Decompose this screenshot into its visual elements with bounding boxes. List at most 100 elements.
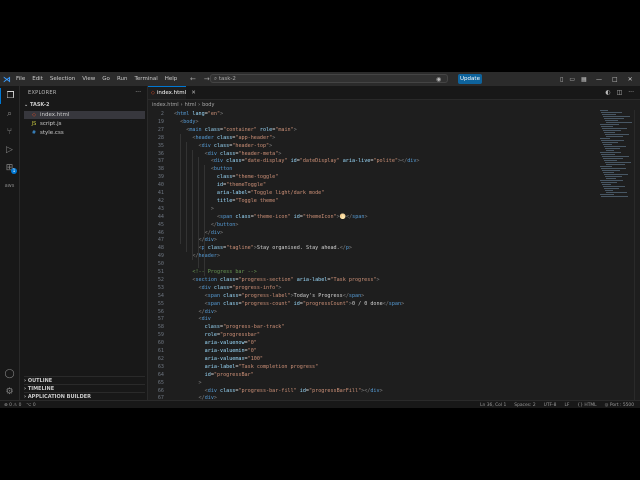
status-item[interactable]: Spaces: 2	[514, 403, 535, 408]
more-icon[interactable]: ···	[628, 89, 634, 96]
code-line[interactable]: 52 <section class="progress-section" ari…	[148, 276, 598, 284]
code-line[interactable]: 63 aria-label="Task completion progress"	[148, 363, 598, 371]
code-line[interactable]: 38 <button	[148, 165, 598, 173]
toggle-sidebar-icon[interactable]: ▯	[560, 76, 563, 83]
forward-arrow-icon[interactable]: →	[204, 75, 210, 83]
code-line[interactable]: 58 class="progress-bar-track"	[148, 323, 598, 331]
back-arrow-icon[interactable]: ←	[190, 75, 196, 83]
code-line[interactable]: 65 >	[148, 379, 598, 387]
code-line[interactable]: 54 <span class="progress-label">Today's …	[148, 292, 598, 300]
code-line[interactable]: 41 aria-label="Toggle light/dark mode"	[148, 189, 598, 197]
minimap-line	[603, 172, 614, 173]
toggle-panel-icon[interactable]: ▭	[569, 76, 575, 83]
manage-gear-icon[interactable]: ⚙	[0, 384, 19, 400]
code-line[interactable]: 2 <html lang="en">	[148, 110, 598, 118]
code-line[interactable]: 27 <main class="container" role="main">	[148, 126, 598, 134]
code-line[interactable]: 49 </header>	[148, 252, 598, 260]
account-icon[interactable]: ◯	[0, 366, 19, 382]
code-line[interactable]: 56 </div>	[148, 308, 598, 316]
code-line[interactable]: 66 <div class="progress-bar-fill" id="pr…	[148, 387, 598, 395]
status-item[interactable]: {} HTML	[577, 403, 596, 408]
aws-icon[interactable]: aws	[0, 178, 19, 194]
status-item[interactable]: ◎ Port : 5500	[605, 403, 634, 408]
folder-task-2[interactable]: ⌄ TASK-2	[24, 102, 49, 108]
code-line[interactable]: 28 <header class="app-header">	[148, 134, 598, 142]
code-line[interactable]: 64 id="progressBar"	[148, 371, 598, 379]
file-item-script-js[interactable]: JS script.js	[24, 120, 145, 128]
line-number: 57	[157, 316, 164, 323]
status-item[interactable]: LF	[564, 403, 569, 408]
code-line[interactable]: 45 </button>	[148, 221, 598, 229]
code-line[interactable]: 43 >	[148, 205, 598, 213]
status-item[interactable]: UTF-8	[544, 403, 557, 408]
run-debug-icon[interactable]: ▷	[0, 142, 19, 158]
breadcrumb-item[interactable]: body	[202, 102, 214, 108]
menu-item-help[interactable]: Help	[165, 76, 178, 82]
menu-item-run[interactable]: Run	[117, 76, 128, 82]
line-text: class="theme-toggle"	[174, 174, 279, 181]
code-line[interactable]: 40 id="themeToggle"	[148, 181, 598, 189]
code-line[interactable]: 53 <div class="progress-info">	[148, 284, 598, 292]
split-editor-icon[interactable]: ◫	[617, 89, 623, 96]
status-item[interactable]: Ln 36, Col 1	[480, 403, 506, 408]
code-line[interactable]: 37 <div class="date-display" id="dateDis…	[148, 157, 598, 165]
code-line[interactable]: 51 <!-- Progress bar -->	[148, 268, 598, 276]
menu-item-edit[interactable]: Edit	[32, 76, 43, 82]
close-icon[interactable]: ✕	[628, 76, 633, 83]
line-text: <html lang="en">	[174, 111, 224, 117]
tab-index-html[interactable]: ◇ index.html ✕	[148, 86, 196, 99]
code-line[interactable]: 61 aria-valuemin="0"	[148, 347, 598, 355]
search-view-icon[interactable]: ⌕	[0, 106, 19, 122]
indent-guide	[186, 141, 188, 253]
code-line[interactable]: 39 class="theme-toggle"	[148, 173, 598, 181]
line-text: <div class="progress-bar-fill" id="progr…	[204, 387, 383, 394]
minimap[interactable]	[598, 110, 634, 210]
open-changes-icon[interactable]: ◐	[605, 89, 610, 96]
explorer-icon[interactable]: ❐	[0, 88, 20, 104]
minimap-line	[605, 134, 629, 135]
line-text: <section class="progress-section" aria-l…	[192, 276, 380, 283]
editor-scrollbar[interactable]	[634, 110, 640, 400]
code-line[interactable]: 46 </div>	[148, 229, 598, 237]
menu-item-go[interactable]: Go	[102, 76, 110, 82]
menu-item-selection[interactable]: Selection	[50, 76, 75, 82]
source-control-icon[interactable]: ⑂	[0, 124, 19, 140]
code-line[interactable]: 47 </div>	[148, 236, 598, 244]
menu-item-terminal[interactable]: Terminal	[134, 76, 157, 82]
menu-item-file[interactable]: File	[16, 76, 25, 82]
extensions-icon[interactable]: ⊞ 1	[0, 160, 19, 176]
code-line[interactable]: 50	[148, 260, 598, 268]
breadcrumb-item[interactable]: html	[185, 102, 196, 108]
code-line[interactable]: 19 <body>	[148, 118, 598, 126]
code-line[interactable]: 59 role="progressbar"	[148, 331, 598, 339]
close-tab-icon[interactable]: ✕	[191, 90, 196, 96]
maximize-icon[interactable]: □	[612, 76, 618, 83]
code-line[interactable]: 62 aria-valuemax="100"	[148, 355, 598, 363]
copilot-icon[interactable]: ◉	[436, 76, 441, 83]
menu-item-view[interactable]: View	[82, 76, 95, 82]
customize-layout-icon[interactable]: ▦	[581, 76, 587, 83]
file-item-style-css[interactable]: # style.css	[24, 129, 145, 137]
minimap-line	[600, 180, 623, 181]
status-item[interactable]: ⊗ 0 ⚠ 0	[4, 403, 21, 408]
minimize-icon[interactable]: —	[596, 76, 602, 83]
minimap-line	[603, 116, 630, 117]
code-editor[interactable]: 2 <html lang="en"> 19 <body> 27 <main class…	[148, 110, 598, 400]
status-item[interactable]: ⌥ 0	[26, 403, 35, 408]
code-line[interactable]: 44 <span class="theme-icon" id="themeIco…	[148, 213, 598, 221]
code-line[interactable]: 35 <div class="header-top">	[148, 142, 598, 150]
code-line[interactable]: 60 aria-valuenow="0"	[148, 339, 598, 347]
more-actions-icon[interactable]: ···	[135, 89, 141, 96]
code-line[interactable]: 42 title="Toggle theme"	[148, 197, 598, 205]
chevron-right-icon: ›	[180, 101, 183, 108]
code-line[interactable]: 48 <p class="tagline">Stay organised. St…	[148, 244, 598, 252]
code-line[interactable]: 36 <div class="header-meta">	[148, 150, 598, 158]
update-button[interactable]: Update	[458, 74, 482, 84]
file-item-index-html[interactable]: ◇ index.html	[24, 111, 145, 119]
breadcrumb-item[interactable]: index.html	[152, 102, 179, 108]
minimap-line	[601, 154, 615, 155]
code-line[interactable]: 57 <div	[148, 315, 598, 323]
html-file-icon: ◇	[32, 112, 36, 118]
command-center-search[interactable]: ⌕ task-2	[210, 74, 448, 83]
code-line[interactable]: 55 <span class="progress-count" id="prog…	[148, 300, 598, 308]
